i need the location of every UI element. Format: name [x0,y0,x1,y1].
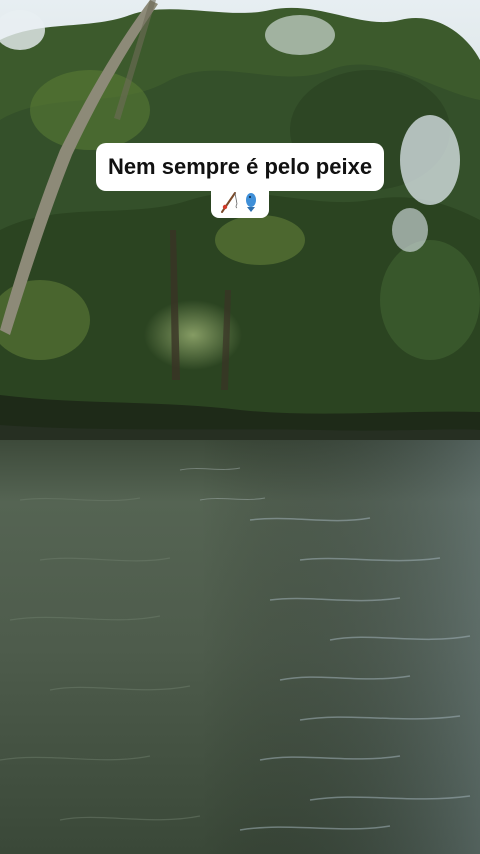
fishing-pole-icon [221,192,238,213]
river-scene-photo [0,0,480,854]
caption-overlay: Nem sempre é pelo peixe [0,143,480,218]
video-frame: Nem sempre é pelo peixe [0,0,480,854]
caption-text: Nem sempre é pelo peixe [95,143,385,191]
fish-icon [246,193,256,212]
caption-emoji-row [211,188,269,218]
